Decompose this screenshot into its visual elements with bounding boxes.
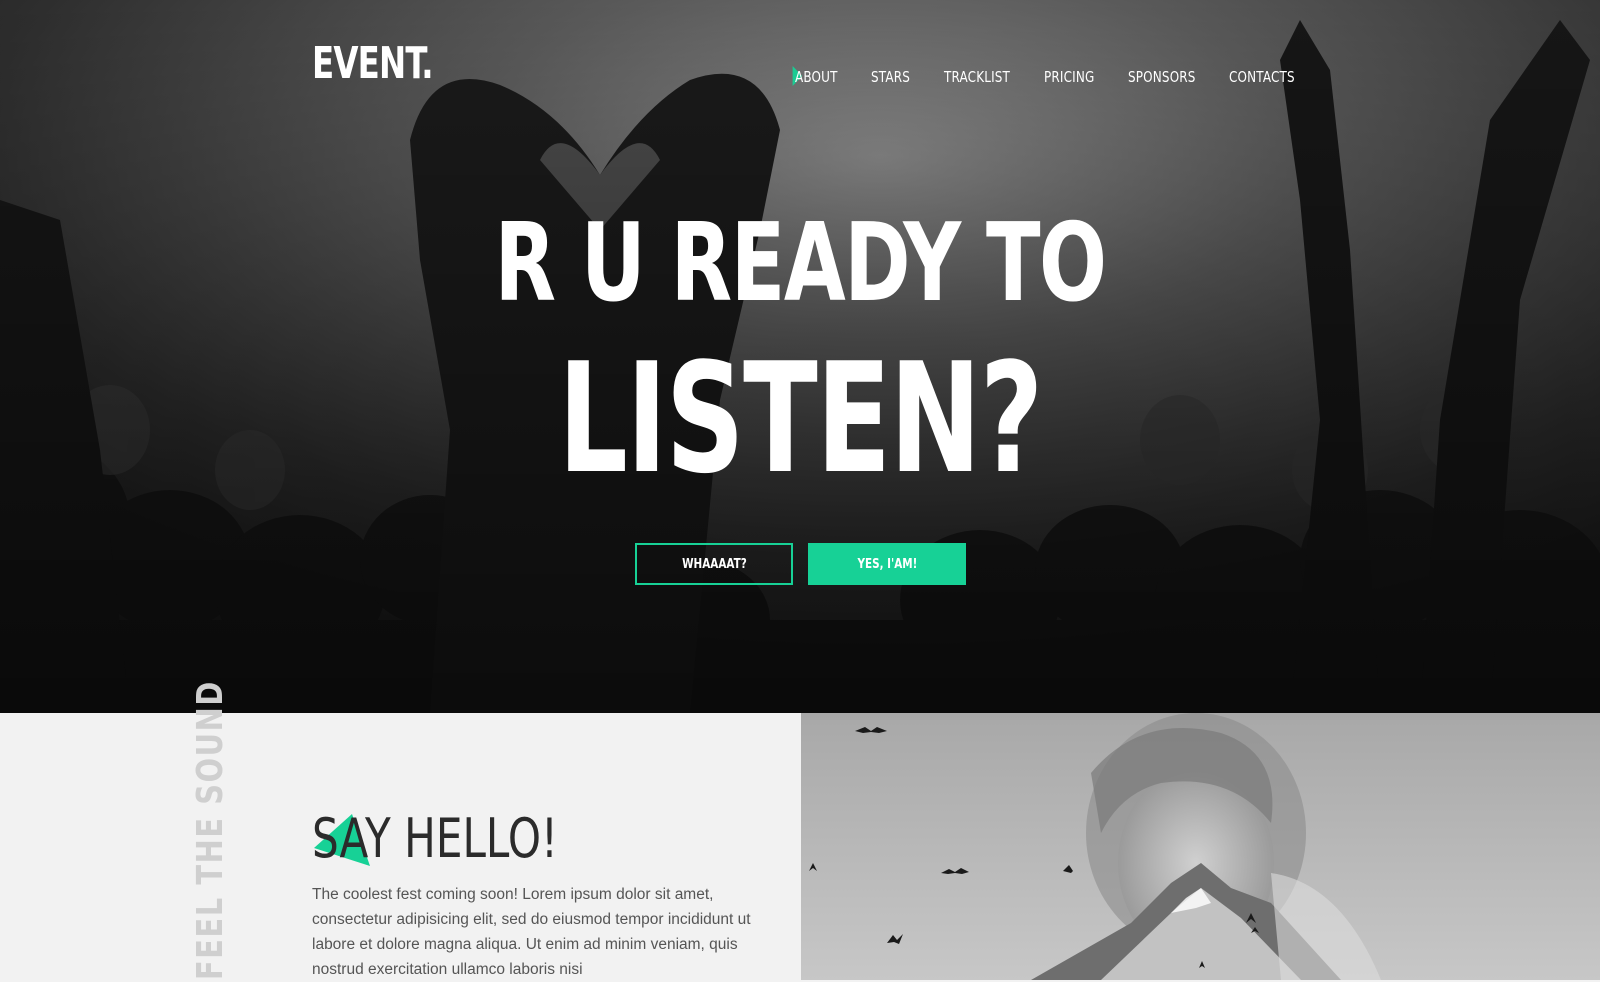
logo[interactable]: EVENT. <box>312 42 434 86</box>
nav-item-sponsors[interactable]: SPONSORS <box>1128 68 1196 86</box>
nav-item-about[interactable]: ABOUT <box>792 66 838 86</box>
hero-headline-line1: R U READY TO <box>494 201 1107 326</box>
nav-item-stars[interactable]: STARS <box>871 68 910 86</box>
hero-section: EVENT. ABOUT STARS TRACKLIST PRICING SPO… <box>0 0 1600 713</box>
nav-item-label: STARS <box>871 68 910 86</box>
nav-item-label: CONTACTS <box>1229 68 1295 86</box>
about-body-text: The coolest fest coming soon! Lorem ipsu… <box>312 886 751 978</box>
vertical-tagline: FEEL THE SOUND <box>190 680 231 980</box>
nav-item-tracklist[interactable]: TRACKLIST <box>944 68 1010 86</box>
about-title-wrap: SAY HELLO! <box>312 812 627 872</box>
nav-item-contacts[interactable]: CONTACTS <box>1229 68 1295 86</box>
whaaaat-button[interactable]: WHAAAAT? <box>635 543 793 585</box>
yes-i-am-button[interactable]: YES, I'AM! <box>808 543 966 585</box>
nav-item-label: ABOUT <box>795 68 838 86</box>
button-label: YES, I'AM! <box>857 556 917 572</box>
nav-item-label: TRACKLIST <box>944 68 1011 86</box>
nav-item-pricing[interactable]: PRICING <box>1044 68 1094 86</box>
nav-item-label: PRICING <box>1044 68 1095 86</box>
nav-item-label: SPONSORS <box>1128 68 1196 86</box>
about-title: SAY HELLO! <box>312 807 558 870</box>
main-nav: ABOUT STARS TRACKLIST PRICING SPONSORS C… <box>792 66 1295 92</box>
about-image <box>801 713 1600 980</box>
hero-headline-line2: LISTEN? <box>558 330 1043 507</box>
button-label: WHAAAAT? <box>681 556 747 572</box>
